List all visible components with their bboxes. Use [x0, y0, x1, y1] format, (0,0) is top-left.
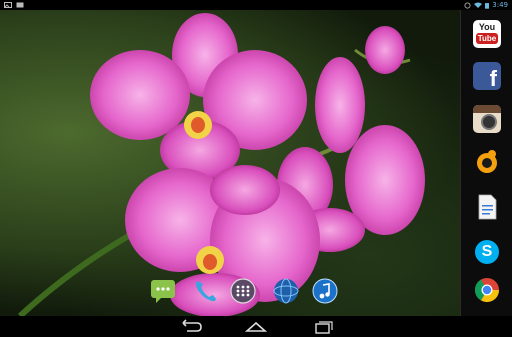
document-app-icon[interactable] — [473, 193, 501, 221]
skype-app-icon[interactable]: S — [473, 238, 501, 266]
picture-icon — [4, 2, 12, 8]
status-time: 3:49 — [492, 1, 508, 9]
chrome-logo-icon — [475, 278, 499, 303]
instagram-app-icon[interactable] — [473, 105, 501, 133]
messaging-app-icon[interactable] — [150, 278, 176, 304]
status-bar: 3:49 — [0, 0, 512, 10]
wifi-icon — [474, 2, 483, 8]
facebook-app-icon[interactable]: f — [473, 62, 501, 90]
navigation-bar — [0, 316, 512, 337]
home-button[interactable] — [241, 318, 271, 335]
app-drawer-icon[interactable] — [230, 278, 256, 304]
chat-bubble-icon — [477, 150, 497, 173]
recents-button[interactable] — [307, 318, 337, 335]
chat-app-icon[interactable] — [473, 148, 501, 176]
facebook-f-text: f — [489, 66, 497, 91]
skype-s-text: S — [481, 243, 493, 260]
phone-app-icon[interactable] — [192, 278, 218, 304]
screenshot-icon — [16, 2, 24, 8]
youtube-tube-text: Tube — [476, 33, 498, 44]
back-button[interactable] — [175, 318, 205, 335]
orchid-wallpaper-image — [17, 13, 425, 316]
chrome-app-icon[interactable] — [473, 276, 501, 304]
music-app-icon[interactable] — [312, 278, 338, 304]
right-app-dock: You Tube f S — [460, 10, 512, 316]
wallpaper — [0, 10, 460, 316]
youtube-you-text: You — [478, 22, 496, 32]
browser-app-icon[interactable] — [273, 278, 299, 304]
battery-icon — [485, 2, 490, 9]
alarm-icon — [464, 1, 471, 9]
youtube-app-icon[interactable]: You Tube — [473, 20, 501, 48]
document-icon — [478, 194, 497, 220]
